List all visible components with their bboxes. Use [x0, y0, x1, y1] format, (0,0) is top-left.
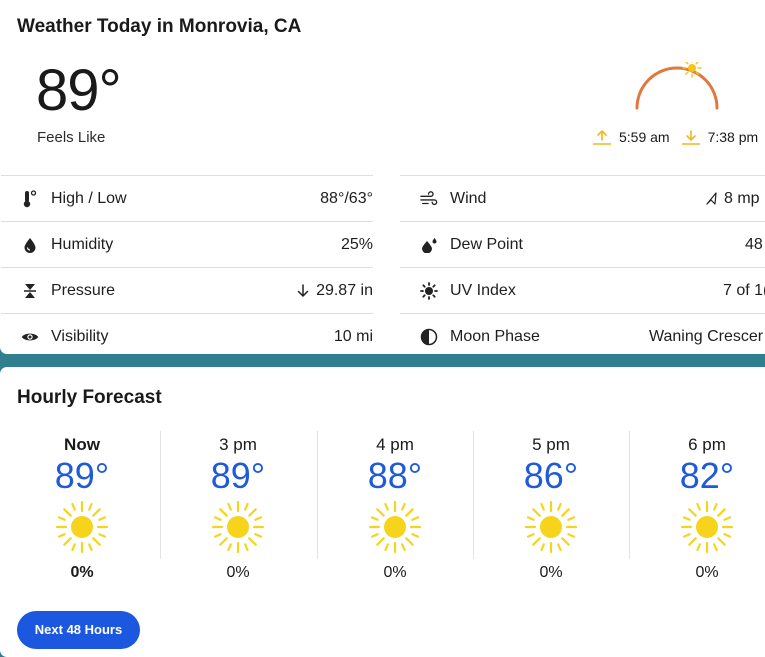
detail-wind: Wind 8 mp [400, 175, 765, 221]
hour-label: 4 pm [376, 435, 414, 454]
arrow-down-icon [297, 283, 309, 297]
sunset-icon [681, 130, 700, 145]
feels-like-label: Feels Like [37, 129, 106, 146]
detail-moon-phase: Moon Phase Waning Crescer [400, 313, 765, 354]
detail-value: 29.87 in [316, 281, 373, 299]
hour-item: 5 pm 86° 0% [473, 431, 629, 581]
details-right: Wind 8 mp Dew Point 48 UV Index 7 of 1( [400, 175, 765, 354]
details-left: High / Low 88°/63° Humidity 25% Pressure… [1, 175, 373, 354]
sunny-icon [55, 500, 109, 553]
detail-value: 8 mp [724, 189, 760, 207]
detail-label: Dew Point [450, 235, 523, 253]
hourly-title: Hourly Forecast [17, 387, 162, 408]
hour-item: Now 89° 0% [4, 431, 160, 581]
detail-label: Visibility [51, 327, 109, 345]
detail-uv-index: UV Index 7 of 1( [400, 267, 765, 313]
hour-temperature: 88° [367, 455, 423, 496]
pressure-icon [21, 282, 39, 300]
sunrise-time: 5:59 am [619, 129, 670, 145]
detail-label: Pressure [51, 281, 116, 299]
hour-item: 4 pm 88° 0% [317, 431, 473, 581]
wind-icon [420, 190, 438, 208]
current-temperature: 89° [36, 58, 122, 123]
humidity-drop-icon [21, 236, 39, 254]
today-weather-card: Weather Today in Monrovia, CA 89° Feels … [0, 0, 765, 354]
hour-precipitation: 0% [695, 563, 719, 581]
dew-point-icon [420, 236, 438, 254]
hour-label: 5 pm [532, 435, 570, 454]
detail-value-wrapper: 29.87 in [296, 282, 373, 300]
sunset-time: 7:38 pm [707, 129, 759, 145]
detail-pressure: Pressure 29.87 in [1, 267, 373, 313]
detail-value: 88°/63° [320, 189, 373, 207]
sunny-icon [368, 500, 422, 553]
hourly-forecast-card: Hourly Forecast Now 89° 0% 3 pm 89° 0% 4… [0, 367, 765, 657]
sun-arc-icon [635, 62, 719, 110]
wind-direction-arrow-icon [706, 191, 717, 205]
sunny-icon [524, 500, 578, 553]
today-title: Weather Today in Monrovia, CA [17, 16, 302, 37]
detail-high-low: High / Low 88°/63° [1, 175, 373, 221]
hour-precipitation: 0% [383, 563, 407, 581]
detail-dew-point: Dew Point 48 [400, 221, 765, 267]
sunny-icon [680, 500, 734, 553]
detail-value: 48 [745, 235, 763, 253]
hour-label: 6 pm [688, 435, 726, 454]
sunny-icon [211, 500, 265, 553]
detail-value: 10 mi [333, 327, 373, 345]
hour-item: 6 pm 82° 0% [629, 431, 765, 581]
detail-visibility: Visibility 10 mi [1, 313, 373, 354]
thermometer-icon [21, 189, 39, 208]
detail-humidity: Humidity 25% [1, 221, 373, 267]
hour-precipitation: 0% [226, 563, 250, 581]
detail-label: Humidity [51, 235, 114, 253]
hour-temperature: 86° [523, 455, 579, 496]
detail-value: 25% [340, 235, 373, 253]
hour-temperature: 89° [210, 455, 266, 496]
hourly-list: Now 89° 0% 3 pm 89° 0% 4 pm 88° 0% 5 pm … [0, 431, 765, 581]
hour-label: Now [64, 435, 100, 454]
next-48-hours-button[interactable]: Next 48 Hours [17, 611, 140, 649]
hour-temperature: 82° [679, 455, 735, 496]
moon-phase-icon [420, 328, 438, 346]
uv-sun-icon [420, 281, 438, 300]
detail-label: High / Low [51, 189, 127, 207]
detail-value: 7 of 1( [723, 281, 765, 299]
sunrise-sunset: 5:59 am 7:38 pm [591, 128, 758, 146]
hour-precipitation: 0% [539, 563, 563, 581]
detail-value: Waning Crescer [649, 327, 764, 345]
detail-label: UV Index [450, 281, 516, 299]
sunrise-icon [593, 130, 611, 145]
hour-item: 3 pm 89° 0% [160, 431, 316, 581]
eye-icon [21, 328, 39, 346]
hour-precipitation: 0% [70, 563, 94, 581]
detail-value-wrapper: 8 mp [704, 190, 760, 208]
hour-temperature: 89° [54, 455, 110, 496]
hour-label: 3 pm [219, 435, 257, 454]
